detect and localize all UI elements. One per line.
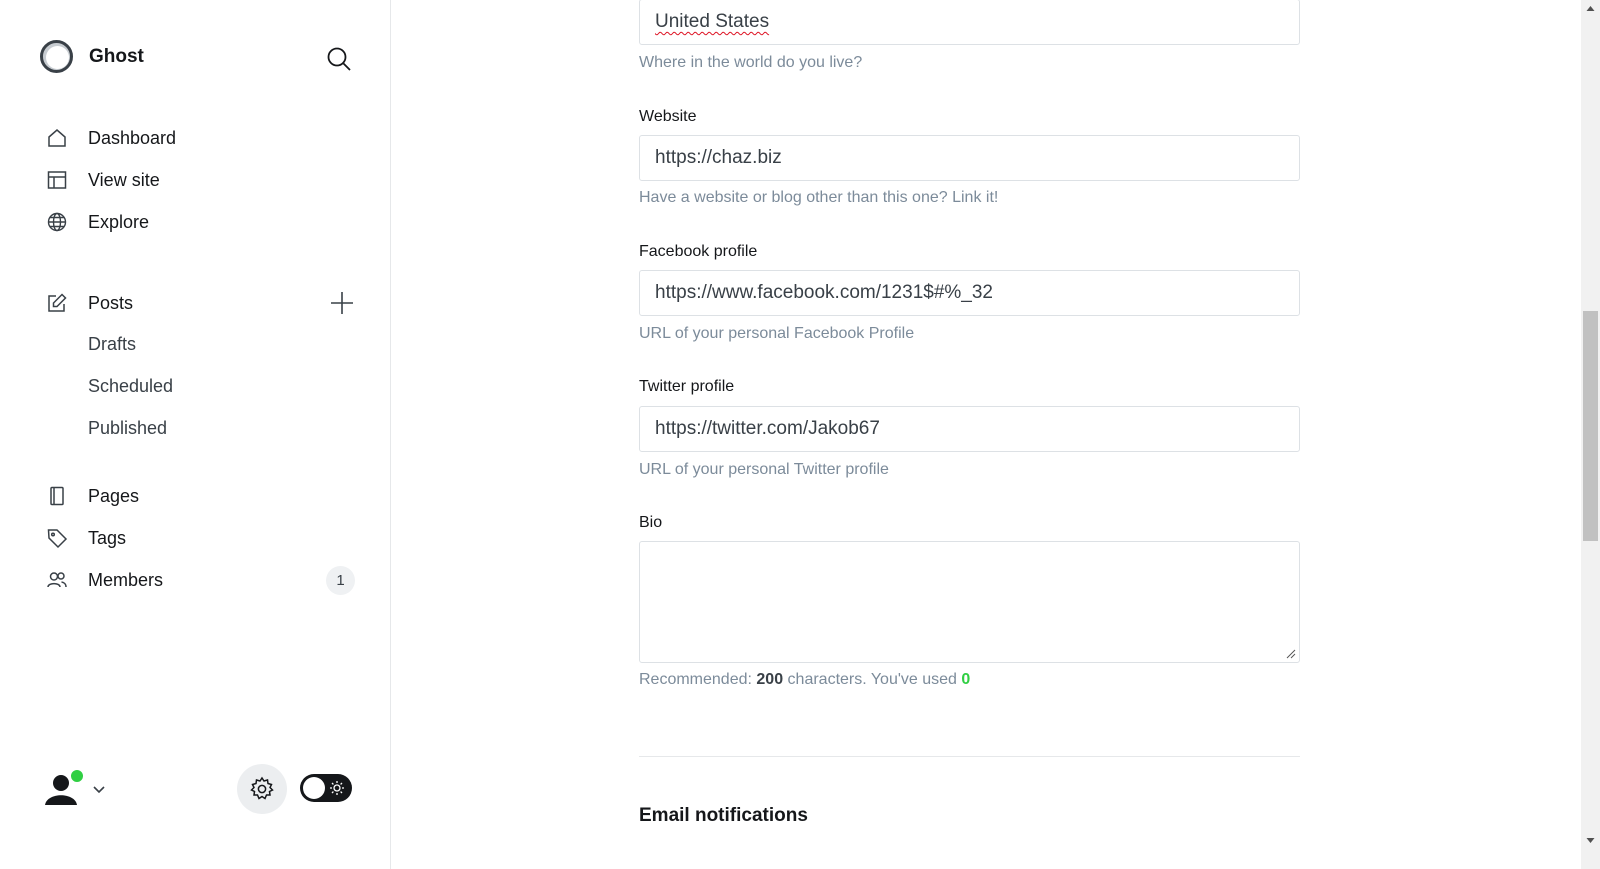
user-menu-button[interactable]: [40, 768, 110, 810]
nav-label: Scheduled: [88, 376, 174, 396]
layout-icon: [47, 171, 67, 189]
nav-label: Published: [88, 418, 168, 438]
plus-icon: [331, 292, 353, 314]
twitter-label: Twitter profile: [639, 378, 735, 395]
sidebar: Ghost Dashboard View site Explore Posts …: [0, 0, 391, 869]
toggle-knob: [303, 777, 325, 799]
nav-label: Tags: [88, 527, 127, 548]
new-post-button[interactable]: [330, 291, 354, 315]
primary-nav: Dashboard View site Explore: [0, 117, 391, 243]
website-label: Website: [639, 108, 697, 125]
search-button[interactable]: [326, 46, 352, 72]
nav-label: Members: [88, 569, 164, 590]
nav-item-drafts[interactable]: Drafts: [0, 324, 391, 366]
bio-help-prefix: Recommended:: [639, 671, 757, 688]
bio-help-middle: characters. You've used: [783, 671, 962, 688]
pages-icon: [50, 486, 64, 506]
nav-item-scheduled[interactable]: Scheduled: [0, 366, 391, 408]
nav-item-tags[interactable]: Tags: [0, 517, 391, 559]
nav-item-pages[interactable]: Pages: [0, 475, 391, 517]
nav-label: Dashboard: [88, 127, 177, 148]
online-status-dot: [70, 769, 84, 783]
settings-button[interactable]: [237, 764, 287, 814]
secondary-nav: Pages Tags Members 1: [0, 475, 391, 601]
dark-mode-toggle[interactable]: [300, 774, 352, 802]
bio-label: Bio: [639, 514, 663, 531]
search-icon: [327, 47, 351, 71]
website-help: Have a website or blog other than this o…: [639, 189, 999, 206]
scrollbar-thumb[interactable]: [1583, 311, 1598, 541]
facebook-value: https://www.facebook.com/1231$#%_32: [655, 282, 993, 303]
bio-textarea[interactable]: [639, 541, 1300, 663]
bio-char-limit: 200: [756, 671, 784, 688]
avatar: [40, 768, 84, 810]
nav-item-published[interactable]: Published: [0, 408, 391, 450]
posts-nav: Posts Drafts Scheduled Published: [0, 282, 391, 450]
resize-handle-icon[interactable]: [1286, 649, 1296, 659]
page-scrollbar[interactable]: [1581, 0, 1600, 869]
location-help: Where in the world do you live?: [639, 54, 863, 71]
brand[interactable]: Ghost: [40, 40, 144, 73]
twitter-field[interactable]: https://twitter.com/Jakob67: [639, 406, 1300, 452]
nav-item-explore[interactable]: Explore: [0, 201, 391, 243]
nav-item-view-site[interactable]: View site: [0, 159, 391, 201]
location-value: United States: [655, 11, 770, 32]
site-logo-icon: [40, 40, 73, 73]
email-notifications-heading: Email notifications: [639, 805, 808, 826]
nav-label: View site: [88, 169, 160, 190]
nav-label: Explore: [88, 211, 150, 232]
website-field[interactable]: https://chaz.biz: [639, 135, 1300, 181]
gear-icon: [250, 776, 274, 800]
nav-label: Posts: [88, 292, 134, 313]
scroll-up-arrow-icon[interactable]: [1586, 4, 1595, 13]
home-icon: [48, 129, 66, 147]
profile-settings-form: United States Where in the world do you …: [392, 0, 1568, 869]
facebook-help: URL of your personal Facebook Profile: [639, 325, 915, 342]
site-name: Ghost: [89, 45, 144, 67]
nav-label: Pages: [88, 485, 140, 506]
tag-icon: [47, 529, 68, 549]
twitter-value: https://twitter.com/Jakob67: [655, 418, 880, 439]
nav-item-dashboard[interactable]: Dashboard: [0, 117, 391, 159]
twitter-help: URL of your personal Twitter profile: [639, 461, 889, 478]
edit-icon: [48, 293, 67, 312]
sun-icon: [330, 781, 344, 795]
nav-item-members[interactable]: Members 1: [0, 559, 391, 601]
scroll-down-arrow-icon[interactable]: [1586, 836, 1595, 845]
bio-char-count: 0: [961, 671, 971, 688]
nav-item-posts[interactable]: Posts: [0, 282, 391, 324]
location-field[interactable]: United States: [639, 0, 1300, 45]
chevron-down-icon: [93, 786, 105, 794]
nav-label: Drafts: [88, 334, 137, 354]
facebook-label: Facebook profile: [639, 243, 758, 260]
bio-help: Recommended: 200 characters. You've used…: [639, 671, 970, 689]
section-divider: [639, 756, 1300, 757]
globe-icon: [47, 212, 67, 232]
members-icon: [47, 572, 67, 588]
members-count-badge: 1: [326, 566, 355, 595]
website-value: https://chaz.biz: [655, 147, 782, 168]
facebook-field[interactable]: https://www.facebook.com/1231$#%_32: [639, 270, 1300, 316]
